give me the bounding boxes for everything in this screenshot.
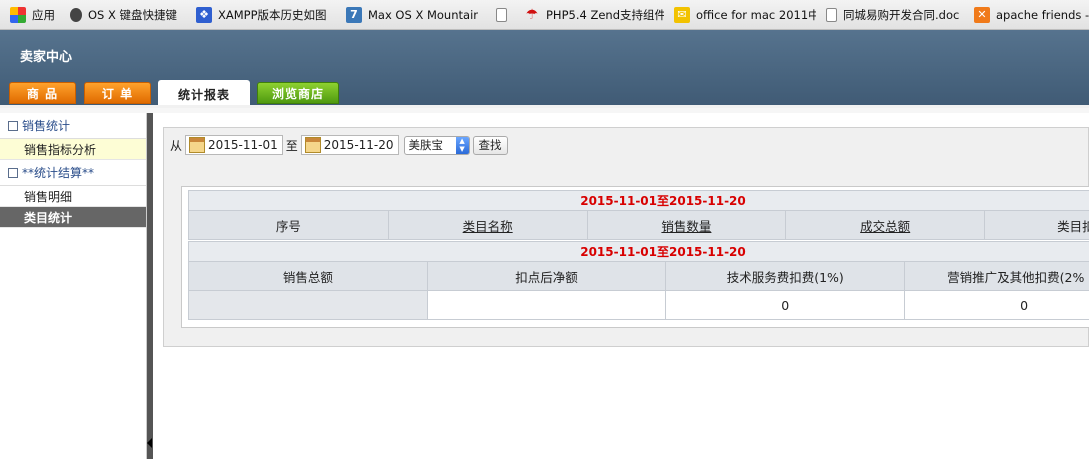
- tab-orders[interactable]: 订 单: [84, 82, 151, 104]
- seller-header: 卖家中心 商 品 订 单 统计报表 浏览商店: [0, 30, 1089, 108]
- col-index: 序号: [188, 210, 389, 240]
- search-bar: 从 2015-11-01 至 2015-11-20 美肤宝 ▲ ▼ 查找: [170, 135, 508, 155]
- bookmark-osx-shortcuts[interactable]: OS X 键盘快捷键: [60, 0, 186, 29]
- page-icon: [496, 7, 507, 22]
- sidebar-group-sales-stats[interactable]: 销售统计: [0, 113, 146, 139]
- apple-icon: [70, 7, 82, 22]
- col-sales-quantity[interactable]: 销售数量: [586, 210, 787, 240]
- bookmark-php-zend[interactable]: ☂ PHP5.4 Zend支持组件: [514, 0, 664, 29]
- category-table: 2015-11-01至2015-11-20 序号 类目名称 销售数量 成交总额 …: [188, 190, 1089, 240]
- col-total-sales: 销售总额: [188, 261, 428, 291]
- document-icon: [826, 7, 837, 22]
- bookmarks-bar: 应用 OS X 键盘快捷键 ❖ XAMPP版本历史如图 7 Max OS X M…: [0, 0, 1089, 30]
- tab-browse-store[interactable]: 浏览商店: [257, 82, 339, 104]
- main-content: 从 2015-11-01 至 2015-11-20 美肤宝 ▲ ▼ 查找 2015…: [153, 113, 1089, 459]
- cell-marketing-fee: 0: [904, 290, 1089, 320]
- select-arrows-icon: ▲ ▼: [455, 136, 469, 154]
- cell-net-after-deduction: [426, 290, 667, 320]
- report-tables: 2015-11-01至2015-11-20 序号 类目名称 销售数量 成交总额 …: [181, 186, 1089, 328]
- tab-reports[interactable]: 统计报表: [158, 80, 250, 108]
- cell-total-sales: [188, 290, 428, 320]
- col-net-after-deduction: 扣点后净额: [426, 261, 667, 291]
- collapse-arrow-icon[interactable]: [147, 438, 152, 448]
- col-total-amount[interactable]: 成交总额: [785, 210, 986, 240]
- bookmark-office-mac[interactable]: ✉ office for mac 2011中: [664, 0, 816, 29]
- bookmark-mountain[interactable]: 7 Max OS X Mountain: [336, 0, 486, 29]
- bookmark-apache-friends[interactable]: ✕ apache friends -: [964, 0, 1089, 29]
- search-button[interactable]: 查找: [472, 135, 508, 155]
- category-select[interactable]: 美肤宝 ▲ ▼: [403, 135, 470, 155]
- mail-icon: ✉: [674, 6, 690, 23]
- bookmark-apps[interactable]: 应用: [0, 0, 60, 29]
- calendar-icon[interactable]: [304, 137, 321, 153]
- summary-table: 2015-11-01至2015-11-20 销售总额 扣点后净额 技术服务费扣费…: [188, 241, 1089, 320]
- tab-products[interactable]: 商 品: [9, 82, 76, 104]
- report-panel: 从 2015-11-01 至 2015-11-20 美肤宝 ▲ ▼ 查找 2015…: [163, 127, 1089, 347]
- to-label: 至: [285, 138, 298, 153]
- bookmark-xampp-history[interactable]: ❖ XAMPP版本历史如图: [186, 0, 336, 29]
- col-category-deduction: 类目扣: [984, 210, 1089, 240]
- paw-icon: ❖: [196, 6, 212, 23]
- bookmark-blank-page[interactable]: [486, 0, 514, 29]
- sidebar-group-settlement[interactable]: **统计结算**: [0, 160, 146, 186]
- col-tech-service-fee: 技术服务费扣费(1%): [665, 261, 906, 291]
- page-title: 卖家中心: [20, 50, 73, 65]
- end-date-field[interactable]: 2015-11-20: [300, 135, 399, 155]
- start-date-field[interactable]: 2015-11-01: [185, 135, 283, 155]
- apps-grid-icon: [10, 6, 26, 23]
- from-label: 从: [170, 138, 183, 153]
- date-range-title: 2015-11-01至2015-11-20: [188, 190, 1089, 211]
- xampp-icon: ✕: [974, 6, 990, 23]
- umbrella-icon: ☂: [525, 6, 539, 23]
- sidebar-item-sales-indicators[interactable]: 销售指标分析: [0, 139, 146, 160]
- summary-date-range-title: 2015-11-01至2015-11-20: [188, 241, 1089, 262]
- sidebar-item-sales-detail[interactable]: 销售明细: [0, 186, 146, 207]
- sidebar-item-category-stats[interactable]: 类目统计: [0, 207, 146, 228]
- collapse-box-icon: [8, 167, 18, 178]
- cell-tech-service-fee: 0: [665, 290, 906, 320]
- sidebar: 销售统计 销售指标分析 **统计结算** 销售明细 类目统计: [0, 113, 147, 459]
- collapse-box-icon: [8, 120, 18, 131]
- col-category-name[interactable]: 类目名称: [387, 210, 588, 240]
- number-7-icon: 7: [346, 6, 362, 23]
- calendar-icon[interactable]: [189, 137, 206, 153]
- col-marketing-fee: 营销推广及其他扣费(2%: [904, 261, 1089, 291]
- bookmark-contract-doc[interactable]: 同城易购开发合同.doc: [816, 0, 964, 29]
